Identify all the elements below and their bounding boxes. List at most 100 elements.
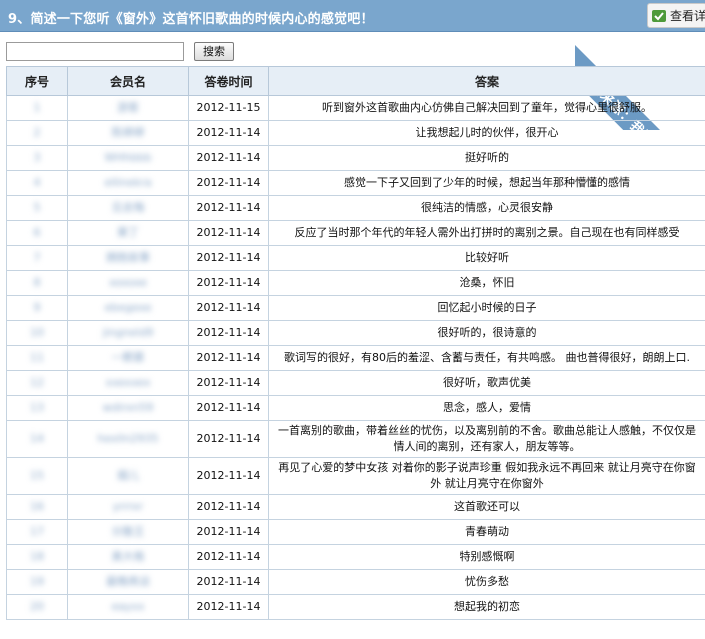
row-index: 11	[30, 351, 44, 364]
row-member-name: 分散王	[111, 525, 145, 538]
row-answer-time: 2012-11-14	[196, 201, 261, 214]
table-row: 11 一颗慕 2012-11-14 歌词写的很好，有80后的羞涩、含蓄与责任，有共鸣感…	[6, 345, 705, 371]
row-answer-time: 2012-11-14	[196, 500, 261, 513]
row-answer-text: 沧桑，怀旧	[459, 276, 515, 289]
row-member-name: 果丁	[117, 226, 139, 239]
table-row: 9 ebegexe 2012-11-14 回忆起小时候的日子	[6, 295, 705, 321]
question-title: 9、简述一下您听《窗外》这首怀旧歌曲的时候内心的感觉吧！	[8, 12, 374, 27]
row-member-name: xxexxex	[105, 376, 151, 389]
view-details-icon	[652, 9, 666, 22]
table-row: 1 游客 2012-11-15 听到窗外这首歌曲内心仿佛自己解决回到了童年，觉得心里很…	[6, 95, 705, 121]
row-answer-time: 2012-11-14	[196, 276, 261, 289]
row-member-name: 见去悔	[111, 201, 145, 214]
row-index: 18	[30, 550, 44, 563]
row-member-name: xoxoxe	[108, 276, 148, 289]
row-answer-text: 让我想起儿时的伙伴，很开心	[415, 126, 559, 139]
row-index: 2	[33, 126, 41, 139]
table-row: 3 WHhbbb 2012-11-14 挺好听的	[6, 145, 705, 171]
table-row: 12 xxexxex 2012-11-14 很好听，歌声优美	[6, 370, 705, 396]
row-answer-time: 2012-11-14	[196, 575, 261, 588]
row-index: 3	[33, 151, 41, 164]
row-answer-time: 2012-11-14	[196, 326, 261, 339]
table-row: 15 烟儿 2012-11-14 再见了心爱的梦中女孩 对着你的影子说声珍重 假如我永…	[6, 457, 705, 495]
view-details-button[interactable]: 查看详	[647, 3, 705, 28]
row-member-name: jingneld9	[102, 326, 154, 339]
row-index: 7	[33, 251, 41, 264]
row-answer-text: 这首歌还可以	[454, 500, 520, 513]
row-answer-time: 2012-11-14	[196, 301, 261, 314]
row-answer-text: 反应了当时那个年代的年轻人需外出打拼时的离别之景。自己现在也有同样感受	[294, 226, 680, 239]
row-answer-time: 2012-11-14	[196, 600, 261, 613]
row-answer-time: 2012-11-14	[196, 351, 261, 364]
search-button[interactable]: 搜索	[194, 41, 234, 61]
row-answer-text: 挺好听的	[465, 151, 509, 164]
row-answer-text: 再见了心爱的梦中女孩 对着你的影子说声珍重 假如我永远不再回来 就让月亮守在你窗…	[278, 461, 696, 490]
row-answer-time: 2012-11-14	[196, 176, 261, 189]
row-index: 14	[30, 432, 44, 445]
row-answer-text: 感觉一下子又回到了少年的时候，想起当年那种懵懂的感情	[344, 176, 630, 189]
row-member-name: 游客	[117, 101, 139, 114]
table-row: 18 美大格 2012-11-14 特别感慨啊	[6, 544, 705, 570]
row-member-name: ellinekra	[104, 176, 152, 189]
question-title-bar: 9、简述一下您听《窗外》这首怀旧歌曲的时候内心的感觉吧！ 数据来源：我要调查网 …	[0, 0, 705, 130]
row-answer-text: 思念，感人，爱情	[443, 401, 531, 414]
row-index: 12	[30, 376, 44, 389]
row-index: 5	[33, 201, 41, 214]
search-bar: 搜索	[6, 41, 234, 61]
row-answer-text: 很好听的，很诗意的	[437, 326, 537, 339]
table-row: 8 xoxoxe 2012-11-14 沧桑，怀旧	[6, 270, 705, 296]
row-member-name: eayxx	[111, 600, 145, 613]
row-answer-time: 2012-11-14	[196, 469, 261, 482]
search-input[interactable]	[6, 41, 184, 61]
row-index: 19	[30, 575, 44, 588]
row-member-name: 拥抱故事	[106, 251, 150, 264]
row-index: 9	[33, 301, 41, 314]
row-index: 8	[33, 276, 41, 289]
table-row: 13 wdirxn59 2012-11-14 思念，感人，爱情	[6, 395, 705, 421]
table-row: 5 见去悔 2012-11-14 很纯洁的情感，心灵很安静	[6, 195, 705, 221]
row-member-name: hexlln2935	[97, 432, 159, 445]
row-answer-time: 2012-11-14	[196, 550, 261, 563]
row-member-name: 一颗慕	[111, 351, 145, 364]
table-row: 7 拥抱故事 2012-11-14 比较好听	[6, 245, 705, 271]
table-row: 17 分散王 2012-11-14 青春萌动	[6, 519, 705, 545]
view-details-label: 查看详	[670, 9, 705, 23]
column-header-time: 答卷时间	[188, 66, 269, 96]
row-member-name: yrrrxr	[112, 500, 144, 513]
row-index: 16	[30, 500, 44, 513]
row-member-name: ebegexe	[104, 301, 152, 314]
table-row: 4 ellinekra 2012-11-14 感觉一下子又回到了少年的时候，想起当年那…	[6, 170, 705, 196]
row-index: 6	[33, 226, 41, 239]
row-answer-time: 2012-11-14	[196, 226, 261, 239]
table-row: 2 陈婷婷 2012-11-14 让我想起儿时的伙伴，很开心	[6, 120, 705, 146]
row-member-name: 最晚再谈	[106, 575, 150, 588]
table-row: 10 jingneld9 2012-11-14 很好听的，很诗意的	[6, 320, 705, 346]
row-answer-text: 想起我的初恋	[454, 600, 520, 613]
row-index: 17	[30, 525, 44, 538]
row-answer-time: 2012-11-15	[196, 101, 261, 114]
table-row: 16 yrrrxr 2012-11-14 这首歌还可以	[6, 494, 705, 520]
row-answer-text: 特别感慨啊	[459, 550, 515, 563]
table-row: 6 果丁 2012-11-14 反应了当时那个年代的年轻人需外出打拼时的离别之景。自己…	[6, 220, 705, 246]
row-member-name: 陈婷婷	[111, 126, 145, 139]
row-index: 1	[33, 101, 41, 114]
row-index: 15	[30, 469, 44, 482]
row-answer-text: 歌词写的很好，有80后的羞涩、含蓄与责任，有共鸣感。 曲也普得很好，朗朗上口.	[284, 351, 690, 364]
row-answer-time: 2012-11-14	[196, 432, 261, 445]
column-header-member: 会员名	[67, 66, 189, 96]
row-index: 10	[30, 326, 44, 339]
row-answer-time: 2012-11-14	[196, 126, 261, 139]
column-header-index: 序号	[6, 66, 68, 96]
row-index: 4	[33, 176, 41, 189]
row-member-name: 烟儿	[117, 469, 139, 482]
row-index: 13	[30, 401, 44, 414]
table-row: 19 最晚再谈 2012-11-14 忧伤多愁	[6, 569, 705, 595]
table-row: 14 hexlln2935 2012-11-14 一首离别的歌曲，带着丝丝的忧伤，以及…	[6, 420, 705, 458]
row-answer-text: 听到窗外这首歌曲内心仿佛自己解决回到了童年，觉得心里很舒服。	[322, 101, 652, 114]
row-answer-text: 很好听，歌声优美	[443, 376, 531, 389]
answers-table: 序号 会员名 答卷时间 答案 1 游客 2012-11-15 听到窗外这首歌曲内心仿佛…	[6, 66, 705, 620]
row-answer-text: 很纯洁的情感，心灵很安静	[421, 201, 553, 214]
row-answer-time: 2012-11-14	[196, 401, 261, 414]
row-answer-time: 2012-11-14	[196, 376, 261, 389]
row-member-name: 美大格	[111, 550, 145, 563]
